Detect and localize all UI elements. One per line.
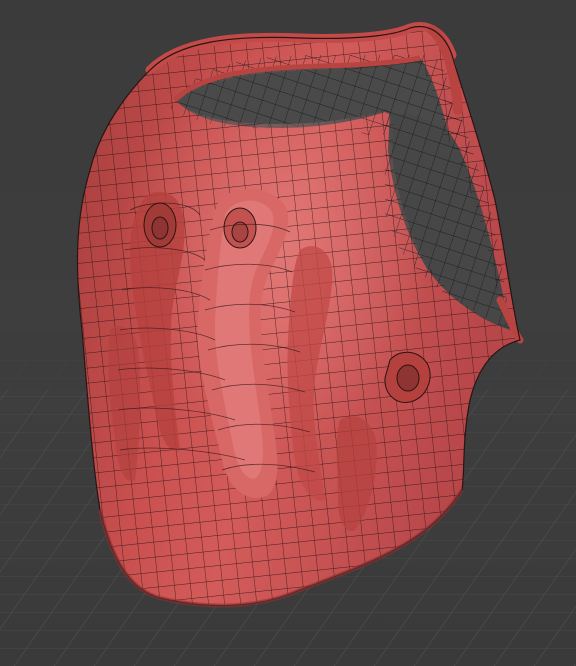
3d-viewport[interactable] xyxy=(0,0,576,666)
